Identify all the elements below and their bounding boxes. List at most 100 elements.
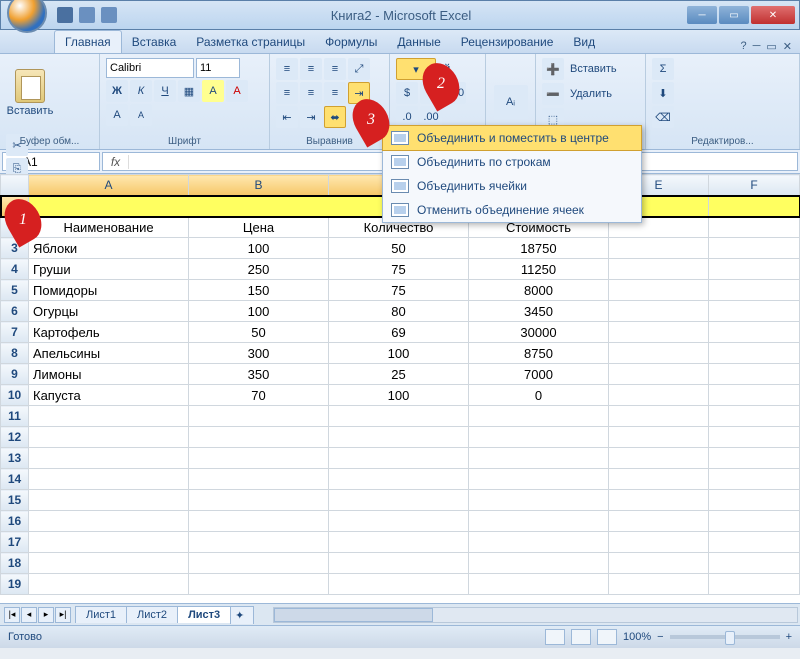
cell[interactable]: 3450: [469, 301, 609, 322]
cell[interactable]: Апельсины: [29, 343, 189, 364]
row-header[interactable]: 5: [1, 280, 29, 301]
close-button[interactable]: ✕: [751, 6, 795, 24]
cell[interactable]: [29, 427, 189, 448]
cell[interactable]: [29, 448, 189, 469]
merge-center-item[interactable]: Объединить и поместить в центре: [382, 125, 642, 151]
cell[interactable]: [609, 553, 709, 574]
grow-font-icon[interactable]: A: [106, 104, 128, 126]
row-header[interactable]: 7: [1, 322, 29, 343]
col-header-f[interactable]: F: [709, 175, 800, 196]
cell[interactable]: [709, 511, 800, 532]
zoom-in-icon[interactable]: +: [786, 631, 792, 643]
cell[interactable]: 0: [469, 385, 609, 406]
cell[interactable]: Лимоны: [29, 364, 189, 385]
cell[interactable]: Наименование: [29, 217, 189, 238]
cell[interactable]: 100: [329, 385, 469, 406]
row-header[interactable]: 11: [1, 406, 29, 427]
cell[interactable]: [709, 217, 800, 238]
cell[interactable]: Яблоки: [29, 238, 189, 259]
cell[interactable]: [469, 427, 609, 448]
row-header[interactable]: 18: [1, 553, 29, 574]
row-header[interactable]: 16: [1, 511, 29, 532]
cell[interactable]: [709, 343, 800, 364]
cell[interactable]: [469, 553, 609, 574]
last-sheet-icon[interactable]: ▸|: [55, 607, 71, 623]
cell[interactable]: [329, 553, 469, 574]
currency-icon[interactable]: $: [396, 82, 418, 104]
cell[interactable]: [609, 238, 709, 259]
paste-button[interactable]: Вставить: [6, 58, 54, 128]
cell[interactable]: [469, 469, 609, 490]
fill-icon[interactable]: ⬇: [652, 82, 674, 104]
cell[interactable]: 50: [189, 322, 329, 343]
align-left-icon[interactable]: ≡: [276, 82, 298, 104]
zoom-level[interactable]: 100%: [623, 631, 651, 643]
cell[interactable]: [709, 574, 800, 595]
cell[interactable]: [709, 301, 800, 322]
tab-formulas[interactable]: Формулы: [315, 31, 387, 53]
row-header[interactable]: 13: [1, 448, 29, 469]
merge-across-item[interactable]: Объединить по строкам: [383, 150, 641, 174]
cell[interactable]: [609, 532, 709, 553]
indent-inc-icon[interactable]: ⇥: [300, 106, 322, 128]
font-color-icon[interactable]: A: [226, 80, 248, 102]
font-size-combo[interactable]: 11: [196, 58, 240, 78]
cell[interactable]: 8750: [469, 343, 609, 364]
cell[interactable]: [709, 427, 800, 448]
cell[interactable]: [329, 574, 469, 595]
cell[interactable]: [609, 406, 709, 427]
tab-insert[interactable]: Вставка: [122, 31, 187, 53]
zoom-out-icon[interactable]: −: [657, 631, 663, 643]
delete-cells-icon[interactable]: ➖: [542, 83, 564, 105]
cell[interactable]: [329, 469, 469, 490]
help-icon[interactable]: ?: [740, 40, 746, 53]
insert-cells-icon[interactable]: ➕: [542, 58, 564, 80]
cell[interactable]: [29, 553, 189, 574]
fill-color-icon[interactable]: A: [202, 80, 224, 102]
row-header[interactable]: 4: [1, 259, 29, 280]
row-header[interactable]: 17: [1, 532, 29, 553]
merge-cells-button[interactable]: ⬌: [324, 106, 346, 128]
cell[interactable]: Капуста: [29, 385, 189, 406]
cell[interactable]: 150: [189, 280, 329, 301]
align-top-icon[interactable]: ≡: [276, 58, 298, 80]
font-name-combo[interactable]: Calibri: [106, 58, 194, 78]
cell[interactable]: [29, 532, 189, 553]
first-sheet-icon[interactable]: |◂: [4, 607, 20, 623]
cell[interactable]: [329, 427, 469, 448]
fx-icon[interactable]: fx: [103, 155, 129, 169]
cell[interactable]: [189, 490, 329, 511]
cell[interactable]: [329, 511, 469, 532]
sheet-tab-1[interactable]: Лист1: [75, 606, 127, 623]
cell[interactable]: Картофель: [29, 322, 189, 343]
cell[interactable]: 350: [189, 364, 329, 385]
cell[interactable]: 50: [329, 238, 469, 259]
unmerge-item[interactable]: Отменить объединение ячеек: [383, 198, 641, 222]
cell[interactable]: Цена: [189, 217, 329, 238]
cell[interactable]: [189, 427, 329, 448]
cell[interactable]: 8000: [469, 280, 609, 301]
cell[interactable]: [709, 364, 800, 385]
cell[interactable]: Огурцы: [29, 301, 189, 322]
cell[interactable]: 80: [329, 301, 469, 322]
cell[interactable]: [609, 385, 709, 406]
shrink-font-icon[interactable]: A: [130, 104, 152, 126]
cell[interactable]: 70: [189, 385, 329, 406]
cell[interactable]: [29, 406, 189, 427]
mdi-restore-icon[interactable]: ▭: [766, 40, 776, 53]
page-break-view-icon[interactable]: [597, 629, 617, 645]
cell[interactable]: [709, 238, 800, 259]
cell[interactable]: [709, 532, 800, 553]
normal-view-icon[interactable]: [545, 629, 565, 645]
cell[interactable]: 7000: [469, 364, 609, 385]
row-header[interactable]: 6: [1, 301, 29, 322]
page-layout-view-icon[interactable]: [571, 629, 591, 645]
tab-review[interactable]: Рецензирование: [451, 31, 564, 53]
cell[interactable]: [29, 490, 189, 511]
cell[interactable]: [609, 490, 709, 511]
row-header[interactable]: 12: [1, 427, 29, 448]
underline-button[interactable]: Ч: [154, 80, 176, 102]
cell[interactable]: [609, 259, 709, 280]
row-header[interactable]: 9: [1, 364, 29, 385]
redo-icon[interactable]: [101, 7, 117, 23]
